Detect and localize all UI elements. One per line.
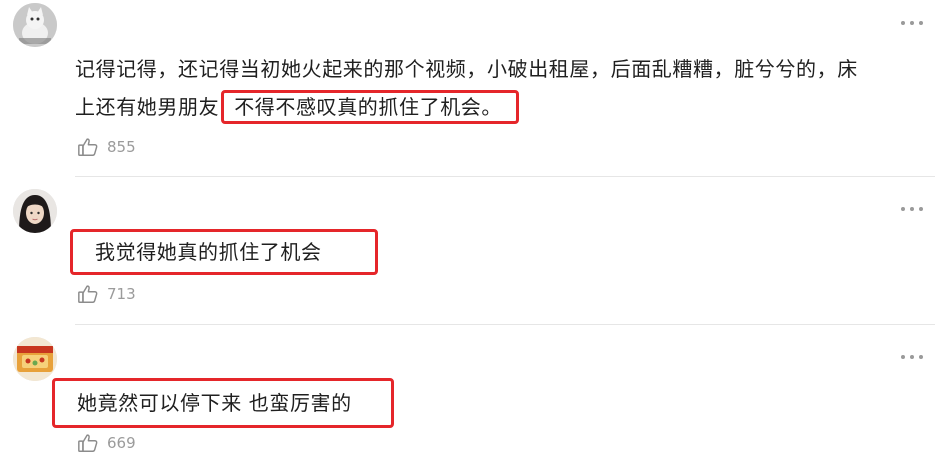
more-button[interactable] bbox=[901, 20, 923, 26]
comment-text: 我觉得她真的抓住了机会 bbox=[95, 240, 322, 264]
more-dot bbox=[919, 21, 923, 25]
comment-text: 她竟然可以停下来 也蛮厉害的 bbox=[77, 391, 352, 415]
girl-avatar-icon bbox=[13, 189, 57, 233]
like-count: 713 bbox=[107, 285, 136, 303]
comment-text-line: 记得记得，还记得当初她火起来的那个视频，小破出租屋，后面乱糟糟，脏兮兮的，床 bbox=[75, 57, 858, 81]
highlight-box: 她竟然可以停下来 也蛮厉害的 bbox=[52, 378, 394, 428]
comment-text-prefix: 上还有她男朋友 bbox=[75, 95, 220, 119]
more-dot bbox=[919, 207, 923, 211]
more-dot bbox=[901, 21, 905, 25]
user-avatar[interactable] bbox=[13, 189, 57, 233]
thumbs-up-icon bbox=[78, 138, 98, 156]
user-avatar[interactable] bbox=[13, 3, 57, 47]
thumbs-up-icon bbox=[78, 434, 98, 452]
more-dot bbox=[910, 355, 914, 359]
thumbs-up-icon bbox=[78, 285, 98, 303]
like-button[interactable]: 669 bbox=[77, 431, 136, 455]
comment-item: 她竟然可以停下来 也蛮厉害的 669 bbox=[0, 325, 935, 458]
user-avatar[interactable] bbox=[13, 337, 57, 381]
more-dot bbox=[910, 207, 914, 211]
comment-item: 我觉得她真的抓住了机会 713 bbox=[0, 177, 935, 324]
comment-text-line: 上还有她男朋友 不得不感叹真的抓住了机会。 bbox=[75, 89, 915, 125]
highlight-box: 不得不感叹真的抓住了机会。 bbox=[221, 90, 520, 124]
cat-avatar-icon bbox=[13, 3, 57, 47]
more-dot bbox=[901, 207, 905, 211]
food-avatar-icon bbox=[13, 337, 57, 381]
like-count: 669 bbox=[107, 434, 136, 452]
more-button[interactable] bbox=[901, 354, 923, 360]
comment-text: 记得记得，还记得当初她火起来的那个视频，小破出租屋，后面乱糟糟，脏兮兮的，床 上… bbox=[75, 51, 915, 125]
highlight-box: 我觉得她真的抓住了机会 bbox=[70, 229, 378, 275]
more-dot bbox=[910, 21, 914, 25]
more-button[interactable] bbox=[901, 206, 923, 212]
more-dot bbox=[901, 355, 905, 359]
like-button[interactable]: 855 bbox=[77, 135, 136, 159]
like-button[interactable]: 713 bbox=[77, 282, 136, 306]
more-dot bbox=[919, 355, 923, 359]
comment-item: 记得记得，还记得当初她火起来的那个视频，小破出租屋，后面乱糟糟，脏兮兮的，床 上… bbox=[0, 0, 935, 176]
like-count: 855 bbox=[107, 138, 136, 156]
